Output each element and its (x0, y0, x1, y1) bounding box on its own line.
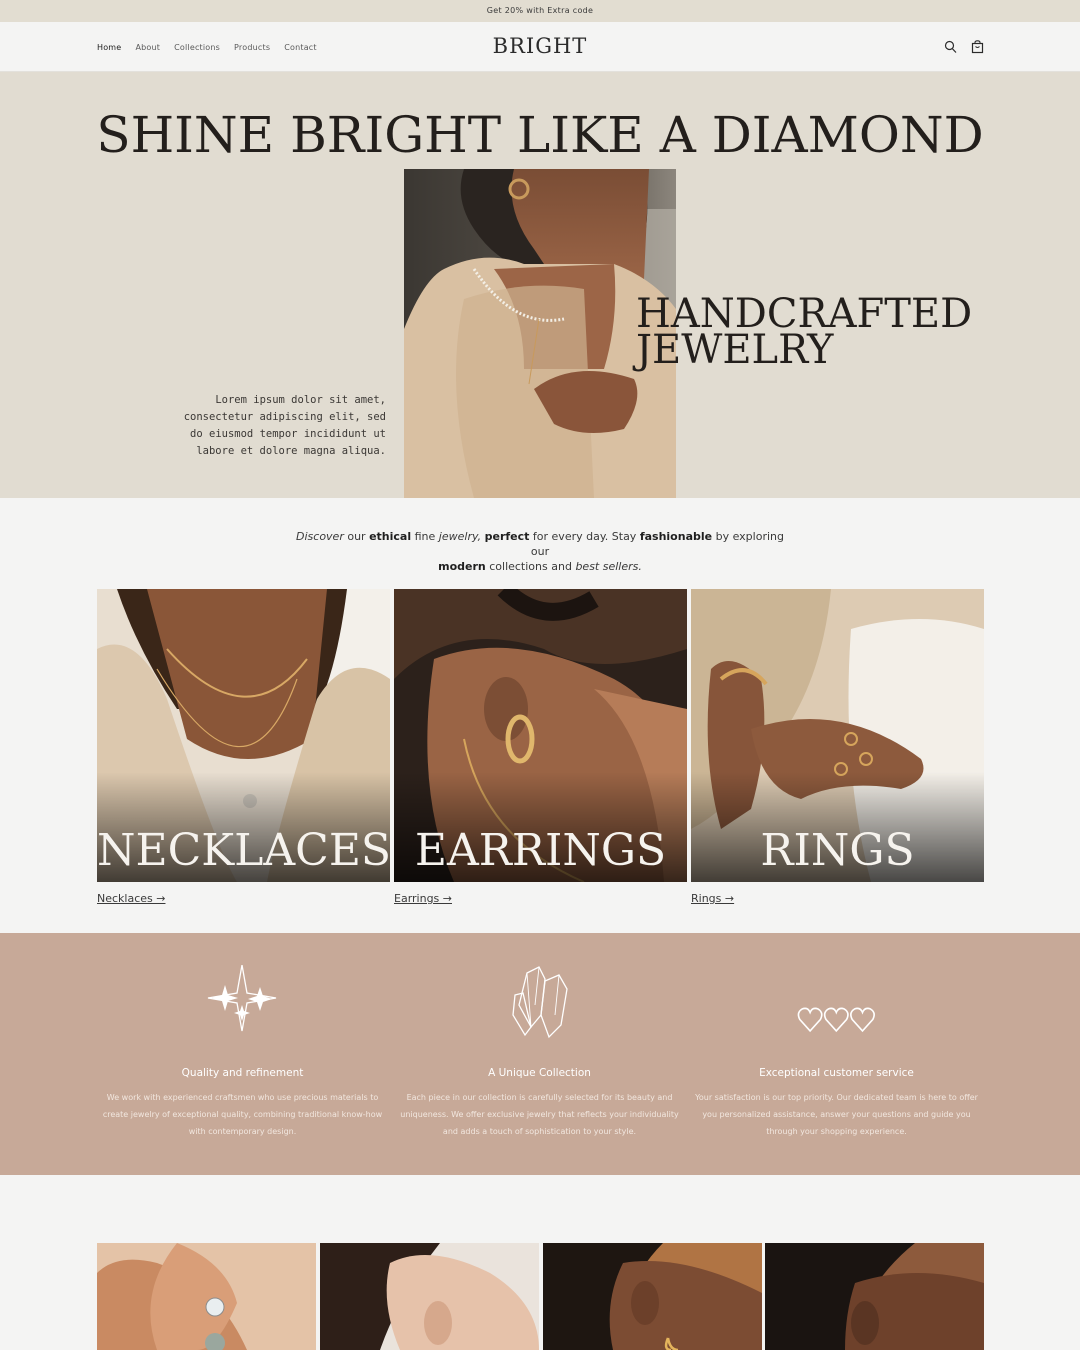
category-card-earrings[interactable]: EARRINGS (394, 589, 687, 882)
gallery-image-2[interactable] (320, 1243, 539, 1350)
intro-word: best sellers. (575, 560, 642, 573)
search-icon[interactable] (944, 39, 957, 53)
category-card-necklaces[interactable]: NECKLACES (97, 589, 390, 882)
intro-word: our (343, 530, 370, 543)
hero-subtitle-line2: JEWELRY (636, 327, 834, 373)
hero-section: SHINE BRIGHT LIKE A DIAMOND HANDCRAFTED … (0, 72, 1080, 498)
category-overlay-title: RINGS (760, 825, 915, 876)
intro-word: fashionable (639, 530, 713, 543)
feature-description: We work with experienced craftsmen who u… (102, 1093, 383, 1136)
crystal-icon (497, 965, 582, 1045)
sparkle-icon (200, 964, 285, 1045)
intro-word: collections and (485, 560, 576, 573)
feature-description: Your satisfaction is our top priority. O… (695, 1093, 978, 1136)
category-overlay-title: EARRINGS (414, 825, 667, 876)
hero-subtitle: HANDCRAFTED JEWELRY (636, 294, 972, 373)
announcement-text: Get 20% with Extra code (486, 6, 594, 15)
category-link-rings[interactable]: Rings → (691, 892, 734, 905)
intro-word: fine (411, 530, 439, 543)
intro-word: perfect (484, 530, 530, 543)
category-overlay-title: NECKLACES (97, 825, 390, 876)
intro-word: ethical (369, 530, 412, 543)
hero-description: Lorem ipsum dolor sit amet, consectetur … (183, 394, 386, 457)
intro-word: jewelry, (438, 530, 482, 543)
gallery-image-1[interactable] (97, 1243, 316, 1350)
category-card-rings[interactable]: RINGS (691, 589, 984, 882)
announcement-bar: Get 20% with Extra code (0, 0, 1080, 22)
site-logo[interactable]: BRIGHT (0, 34, 1080, 58)
cart-icon[interactable] (971, 39, 984, 54)
intro-word: Discover (296, 530, 344, 543)
hearts-icon (794, 965, 879, 1045)
gallery-image-3[interactable] (543, 1243, 762, 1350)
intro-text: Discover our ethical fine jewelry, perfe… (290, 529, 790, 574)
feature-title: Quality and refinement (181, 1067, 304, 1079)
gallery-image-4[interactable] (765, 1243, 984, 1350)
feature-description: Each piece in our collection is carefull… (400, 1093, 679, 1136)
intro-word: modern (438, 560, 486, 573)
features-section: Quality and refinement We work with expe… (0, 933, 1080, 1175)
header-icons (944, 39, 984, 54)
hero-title: SHINE BRIGHT LIKE A DIAMOND (96, 106, 984, 164)
feature-title: Exceptional customer service (759, 1067, 914, 1079)
intro-word: for every day. Stay (529, 530, 640, 543)
site-header: Home About Collections Products Contact … (0, 22, 1080, 72)
category-link-earrings[interactable]: Earrings → (394, 892, 452, 905)
category-link-necklaces[interactable]: Necklaces → (97, 892, 165, 905)
feature-title: A Unique Collection (488, 1067, 591, 1079)
